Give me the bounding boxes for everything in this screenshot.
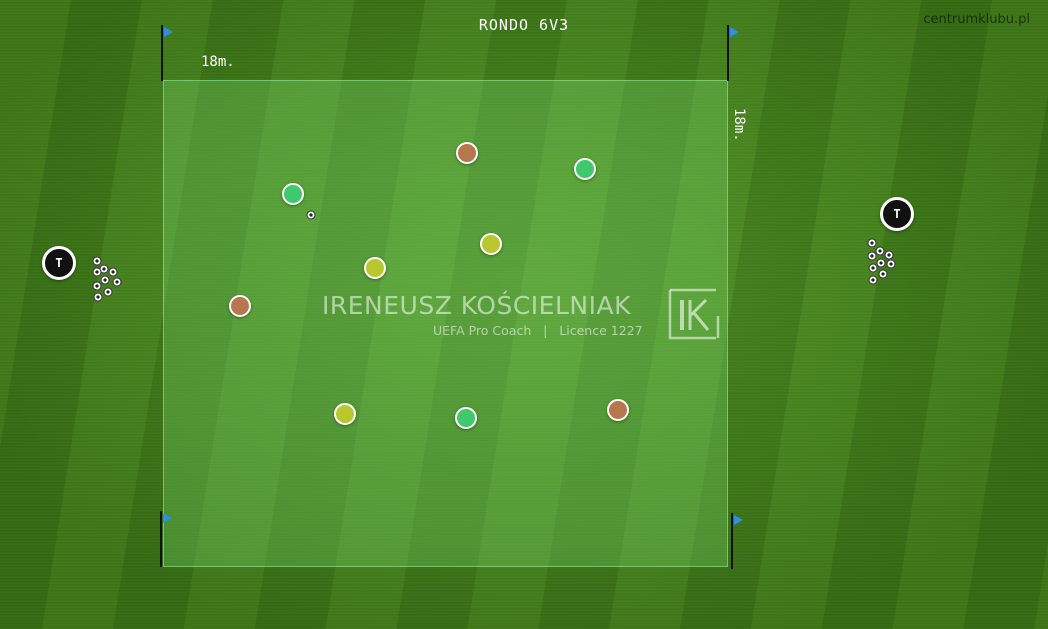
ball-icon	[876, 258, 886, 268]
player-yellow[interactable]	[364, 257, 386, 279]
ball-icon	[108, 267, 118, 277]
ball-icon	[884, 250, 894, 260]
corner-pole-top-right	[727, 25, 729, 81]
drill-title: RONDO 6V3	[478, 16, 570, 34]
ball-icon[interactable]	[306, 210, 316, 220]
watermark-name: IRENEUSZ KOŚCIELNIAK	[322, 291, 631, 320]
ball-icon	[867, 238, 877, 248]
ball-icon	[92, 267, 102, 277]
ball-icon	[92, 281, 102, 291]
player-brown[interactable]	[456, 142, 478, 164]
height-label: 18m.	[731, 108, 747, 142]
ball-icon	[100, 275, 110, 285]
ball-icon	[868, 275, 878, 285]
corner-flag-icon	[734, 515, 743, 525]
ball-icon	[868, 263, 878, 273]
corner-flag-icon	[163, 513, 172, 523]
corner-pole-bottom-right	[731, 513, 733, 569]
watermark-subtitle: UEFA Pro Coach | Licence 1227	[433, 323, 643, 338]
corner-flag-icon	[164, 27, 173, 37]
width-label: 18m.	[201, 54, 235, 70]
player-yellow[interactable]	[480, 233, 502, 255]
site-watermark: centrumklubu.pl	[923, 12, 1030, 27]
player-yellow[interactable]	[334, 403, 356, 425]
player-brown[interactable]	[229, 295, 251, 317]
corner-flag-icon	[730, 27, 739, 37]
ball-icon	[103, 287, 113, 297]
coach-marker-right[interactable]: T	[880, 197, 914, 231]
ball-icon	[112, 277, 122, 287]
coach-marker-left[interactable]: T	[42, 246, 76, 280]
pitch: RONDO 6V3 centrumklubu.pl 18m. 18m. T T …	[0, 0, 1048, 629]
ball-icon	[875, 246, 885, 256]
player-green[interactable]	[574, 158, 596, 180]
player-green[interactable]	[282, 183, 304, 205]
corner-pole-bottom-left	[160, 511, 162, 567]
ball-icon	[867, 251, 877, 261]
ik-logo-icon	[668, 288, 720, 340]
ball-icon	[878, 269, 888, 279]
corner-pole-top-left	[161, 25, 163, 81]
player-brown[interactable]	[607, 399, 629, 421]
ball-icon	[93, 292, 103, 302]
player-green[interactable]	[455, 407, 477, 429]
ball-icon	[886, 259, 896, 269]
ball-icon	[92, 256, 102, 266]
